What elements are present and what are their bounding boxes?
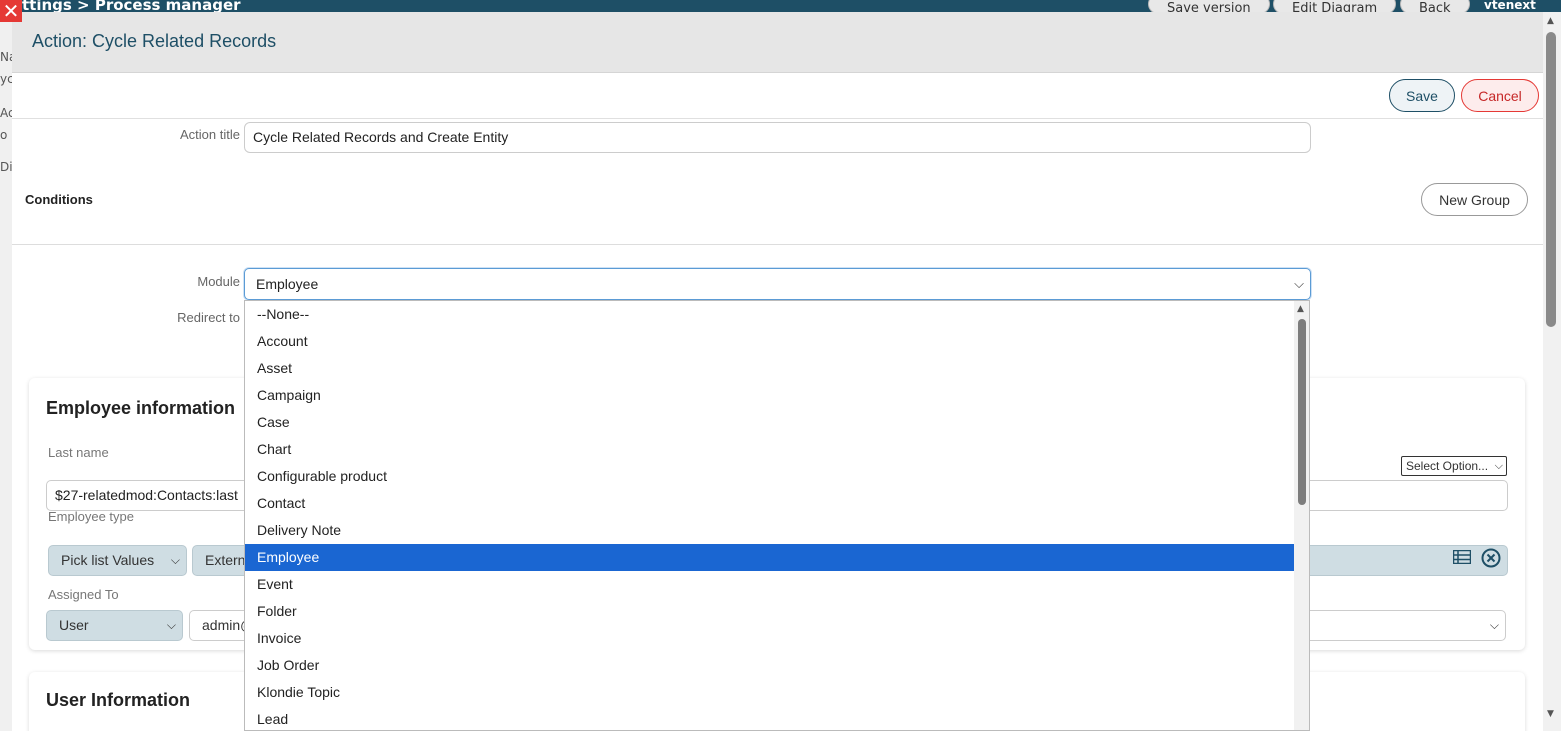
user-information-title: User Information [46, 690, 191, 710]
dropdown-option-asset[interactable]: Asset [245, 355, 1295, 382]
select-option-dropdown[interactable]: Select Option... ⌵ [1401, 456, 1507, 476]
employee-type-source-select[interactable]: Pick list Values ⌵ [48, 545, 187, 576]
dropdown-option-lead[interactable]: Lead [245, 706, 1295, 730]
dropdown-option-none[interactable]: --None-- [245, 301, 1295, 328]
chevron-down-icon: ⌵ [1294, 276, 1304, 291]
dropdown-option-employee[interactable]: Employee [245, 544, 1295, 571]
assigned-to-type-value: User [59, 617, 89, 633]
dropdown-option-case[interactable]: Case [245, 409, 1295, 436]
dropdown-option-account[interactable]: Account [245, 328, 1295, 355]
action-title-label: Action title [180, 127, 240, 142]
page-scroll-thumb[interactable] [1546, 32, 1556, 327]
close-icon[interactable]: ✕ [0, 0, 22, 22]
list-icon[interactable] [1453, 550, 1471, 564]
dropdown-option-contact[interactable]: Contact [245, 490, 1295, 517]
employee-type-label: Employee type [48, 509, 134, 524]
dropdown-option-chart[interactable]: Chart [245, 436, 1295, 463]
divider [12, 244, 1543, 245]
select-option-value: Select Option... [1406, 459, 1489, 473]
employee-information-title: Employee information [46, 398, 236, 418]
assigned-to-label: Assigned To [48, 587, 119, 602]
clear-icon[interactable] [1481, 548, 1501, 568]
save-button[interactable]: Save [1389, 79, 1455, 112]
chevron-down-icon: ⌵ [170, 553, 180, 567]
dropdown-option-delivery-note[interactable]: Delivery Note [245, 517, 1295, 544]
bg-fragment: o [0, 128, 8, 142]
module-select[interactable]: Employee ⌵ [244, 268, 1311, 300]
dropdown-scroll-thumb[interactable] [1298, 319, 1306, 505]
chevron-down-icon: ⌵ [166, 618, 176, 632]
scroll-down-icon[interactable]: ▼ [1547, 709, 1554, 719]
modal-header: Action: Cycle Related Records [12, 12, 1543, 73]
dropdown-option-job-order[interactable]: Job Order [245, 652, 1295, 679]
chevron-down-icon: ⌵ [1494, 460, 1503, 472]
redirect-to-label: Redirect to [177, 310, 240, 325]
cancel-button[interactable]: Cancel [1461, 79, 1539, 112]
scroll-up-icon[interactable]: ▲ [1547, 16, 1554, 26]
dropdown-option-folder[interactable]: Folder [245, 598, 1295, 625]
employee-type-source-value: Pick list Values [61, 552, 155, 568]
page-scrollbar[interactable]: ▲ ▼ [1543, 12, 1561, 731]
modal-title: Action: Cycle Related Records [32, 31, 277, 51]
action-title-input[interactable]: Cycle Related Records and Create Entity [244, 122, 1311, 153]
brand-logo: vtenext [1484, 0, 1536, 12]
dropdown-option-campaign[interactable]: Campaign [245, 382, 1295, 409]
dropdown-option-invoice[interactable]: Invoice [245, 625, 1295, 652]
assigned-to-type-select[interactable]: User ⌵ [46, 610, 183, 641]
module-select-value: Employee [256, 276, 319, 292]
new-group-button[interactable]: New Group [1421, 183, 1528, 216]
dropdown-options: --None-- Account Asset Campaign Case Chart Con… [245, 301, 1309, 730]
employee-type-value: Extern [205, 552, 246, 568]
modal-toolbar: Save Cancel [12, 73, 1543, 119]
dropdown-option-klondie-topic[interactable]: Klondie Topic [245, 679, 1295, 706]
background-topbar: ttings > Process manager Save version Ed… [0, 0, 1561, 16]
dropdown-scrollbar[interactable]: ▲ [1294, 301, 1309, 730]
dropdown-option-event[interactable]: Event [245, 571, 1295, 598]
module-dropdown-list: --None-- Account Asset Campaign Case Chart Con… [244, 300, 1310, 731]
chevron-down-icon: ⌵ [1489, 618, 1499, 632]
scroll-up-icon[interactable]: ▲ [1297, 304, 1304, 314]
module-label: Module [197, 274, 240, 289]
conditions-heading: Conditions [25, 192, 93, 207]
last-name-label: Last name [48, 445, 109, 460]
dropdown-option-configurable-product[interactable]: Configurable product [245, 463, 1295, 490]
background-left-panel: Na yc Act o Dia [0, 12, 20, 731]
